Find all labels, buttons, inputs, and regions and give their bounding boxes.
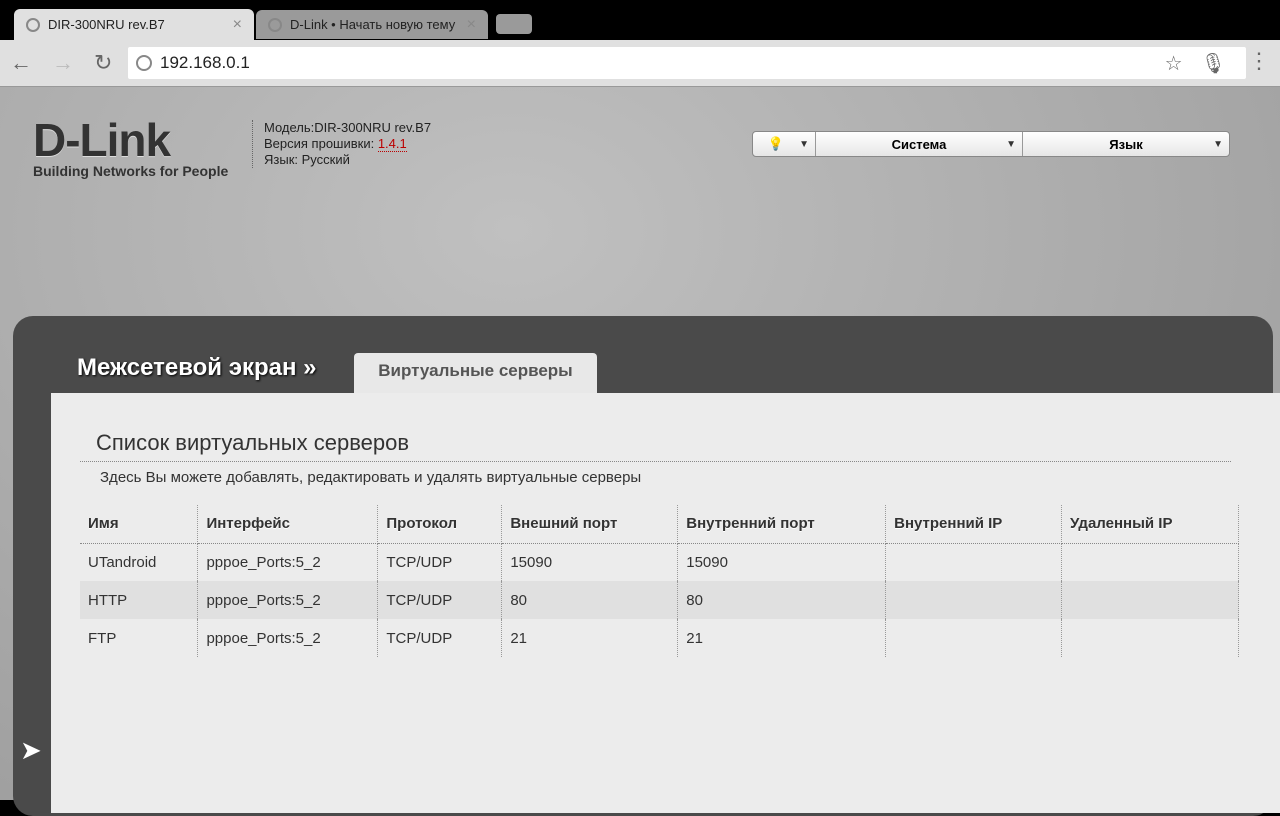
close-icon[interactable]: × <box>467 16 476 34</box>
tab-active[interactable]: DIR-300NRU rev.B7 × <box>14 9 254 40</box>
router-page: D-Link Building Networks for People Модел… <box>0 87 1280 816</box>
column-header: Внешний порт <box>501 505 679 544</box>
tab-strip: DIR-300NRU rev.B7 × D-Link • Начать новую… <box>0 0 1280 40</box>
address-bar[interactable]: 192.168.0.1 ☆ 🎙 <box>128 47 1246 79</box>
tab-inactive[interactable]: D-Link • Начать новую тему × <box>256 10 488 39</box>
column-header: Удаленный IP <box>1061 505 1239 544</box>
column-header: Протокол <box>377 505 503 544</box>
tab-virtual-servers[interactable]: Виртуальные серверы <box>354 353 597 393</box>
content-area: Список виртуальных серверов Здесь Вы мож… <box>51 393 1280 813</box>
microphone-icon[interactable]: 🎙 <box>1201 51 1226 76</box>
globe-icon <box>268 17 282 32</box>
firmware-link[interactable]: 1.4.1 <box>377 136 407 152</box>
table-cell: 21 <box>501 619 679 657</box>
virtual-servers-table: Имя Интерфейс Протокол Внешний порт Внутренн… <box>80 505 1239 657</box>
globe-icon <box>136 55 152 71</box>
table-cell <box>885 619 1063 657</box>
table-cell <box>1061 581 1239 619</box>
reload-icon[interactable]: ↻ <box>94 50 112 76</box>
table-cell: 21 <box>677 619 887 657</box>
menu-icon[interactable]: ⋮ <box>1248 48 1270 74</box>
table-cell <box>1061 543 1239 581</box>
column-header: Внутренний IP <box>885 505 1063 544</box>
table-row[interactable]: FTP pppoe_Ports:5_2 TCP/UDP 21 21 <box>80 619 1239 657</box>
new-tab-button[interactable] <box>496 14 532 34</box>
forward-icon[interactable]: → <box>52 50 74 76</box>
divider <box>80 461 1231 462</box>
table-row[interactable]: UTandroid pppoe_Ports:5_2 TCP/UDP 15090 1509… <box>80 543 1239 581</box>
page-description: Здесь Вы можете добавлять, редактировать… <box>100 469 642 486</box>
table-cell: TCP/UDP <box>377 619 503 657</box>
table-cell: FTP <box>80 619 199 657</box>
table-cell <box>885 581 1063 619</box>
table-cell: HTTP <box>80 581 199 619</box>
tips-button[interactable]: 💡 ▼ <box>753 132 816 156</box>
column-header: Интерфейс <box>197 505 379 544</box>
chevron-down-icon: ▼ <box>1006 138 1016 150</box>
device-info: Модель:DIR-300NRU rev.B7 Версия прошивки… <box>252 120 431 168</box>
table-cell: 80 <box>501 581 679 619</box>
globe-icon <box>26 17 40 32</box>
back-arrow-icon[interactable]: ➤ <box>20 735 42 766</box>
table-cell: UTandroid <box>80 543 199 581</box>
table-cell: 15090 <box>677 543 887 581</box>
table-cell <box>1061 619 1239 657</box>
chevron-down-icon: ▼ <box>1213 138 1223 150</box>
table-cell: pppoe_Ports:5_2 <box>197 581 379 619</box>
table-cell: TCP/UDP <box>377 543 503 581</box>
table-cell: pppoe_Ports:5_2 <box>197 619 379 657</box>
table-cell: TCP/UDP <box>377 581 503 619</box>
column-header: Внутренний порт <box>677 505 887 544</box>
table-cell <box>885 543 1063 581</box>
browser-toolbar: ← → ↻ 192.168.0.1 ☆ 🎙 ⋮ <box>0 40 1280 87</box>
breadcrumb[interactable]: Межсетевой экран » <box>77 354 317 382</box>
table-cell: 80 <box>677 581 887 619</box>
language-button[interactable]: Язык ▼ <box>1023 132 1229 156</box>
chevron-down-icon: ▼ <box>799 138 809 150</box>
lightbulb-icon: 💡 <box>767 136 785 151</box>
table-cell: 15090 <box>501 543 679 581</box>
dlink-logo: D-Link Building Networks for People <box>33 114 229 179</box>
system-button[interactable]: Система ▼ <box>816 132 1023 156</box>
star-icon[interactable]: ☆ <box>1165 51 1183 76</box>
top-menu: 💡 ▼ Система ▼ Язык ▼ <box>752 131 1230 157</box>
table-cell: pppoe_Ports:5_2 <box>197 543 379 581</box>
back-icon[interactable]: ← <box>10 50 32 76</box>
column-header: Имя <box>80 505 199 544</box>
page-title: Список виртуальных серверов <box>96 430 410 455</box>
close-icon[interactable]: × <box>233 16 242 34</box>
table-row[interactable]: HTTP pppoe_Ports:5_2 TCP/UDP 80 80 <box>80 581 1239 619</box>
